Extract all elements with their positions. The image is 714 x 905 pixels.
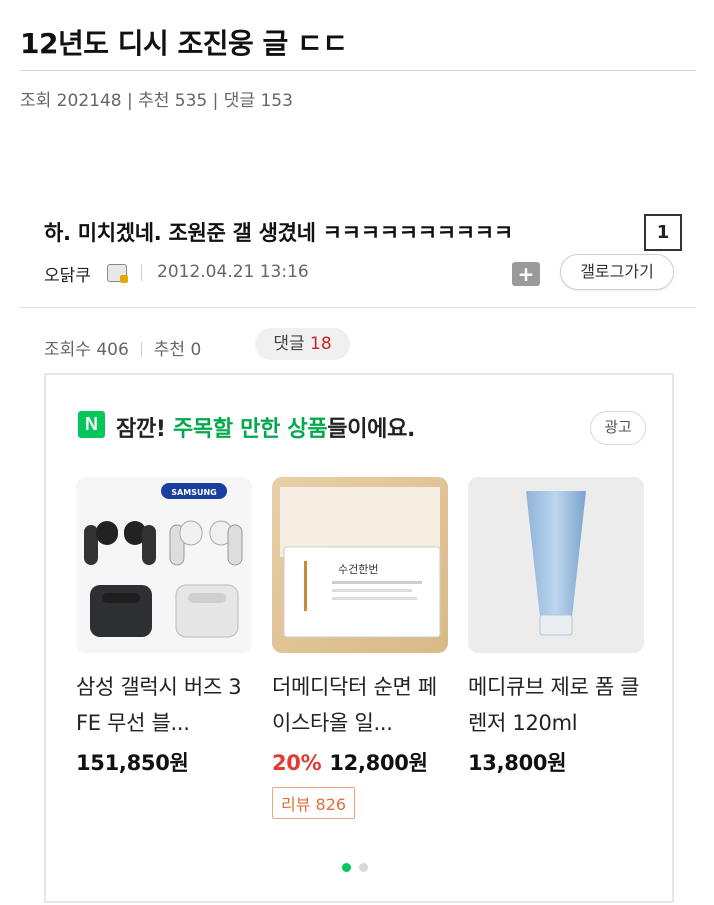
naver-logo-icon: N xyxy=(78,411,105,438)
ad-badge[interactable]: 광고 xyxy=(590,411,646,445)
carousel-pagination xyxy=(342,857,376,876)
post-title: 12년도 디시 조진웅 글 ㄷㄷ xyxy=(20,27,348,60)
ad-headline-part1: 잠깐! xyxy=(116,417,173,442)
ad-panel: N 잠깐! 주목할 만한 상품들이에요. 광고 SAMSUNG 삼성 갤럭시 버… xyxy=(44,373,674,903)
add-icon[interactable]: + xyxy=(512,262,540,286)
page-number[interactable]: 1 xyxy=(644,214,682,251)
product-card-3[interactable]: 메디큐브 제로 폼 클렌저 120ml 13,800원 xyxy=(468,477,644,777)
product-price: 12,800원 xyxy=(329,751,428,775)
product-card-2[interactable]: 수건한번 더메디닥터 순면 페이스타올 일... 20% 12,800원 리뷰 8… xyxy=(272,477,448,819)
author-name[interactable]: 오닭쿠 xyxy=(44,261,91,286)
post-meta: 조회 202148 | 추천 535 | 댓글 153 xyxy=(20,91,293,111)
product-price: 151,850원 xyxy=(76,751,189,775)
dc-post-title: 하. 미치겠네. 조원준 갤 생겼네 ㅋㅋㅋㅋㅋㅋㅋㅋㅋㅋ xyxy=(44,221,513,245)
header-divider xyxy=(20,307,696,308)
gallog-button[interactable]: 갤로그가기 xyxy=(560,254,674,290)
ad-headline-part2: 들이에요. xyxy=(327,417,416,442)
title-divider xyxy=(20,70,696,71)
product-name[interactable]: 삼성 갤럭시 버즈 3 FE 무선 블... xyxy=(76,669,252,741)
cleanser-tube-illustration xyxy=(526,491,586,636)
product-price: 13,800원 xyxy=(468,751,567,775)
carousel-dot[interactable] xyxy=(359,863,368,872)
carousel-dot-active[interactable] xyxy=(342,863,351,872)
ad-headline: 잠깐! 주목할 만한 상품들이에요. xyxy=(116,411,415,443)
embedded-screenshot: 하. 미치겠네. 조원준 갤 생겼네 ㅋㅋㅋㅋㅋㅋㅋㅋㅋㅋ 1 오닭쿠 2012… xyxy=(20,195,696,905)
product-price-row: 20% 12,800원 xyxy=(272,747,448,777)
post-stats: 조회수 406 추천 0 xyxy=(44,335,201,360)
product-image-face-towel[interactable]: 수건한번 xyxy=(272,477,448,653)
comments-button[interactable]: 댓글 18 xyxy=(255,328,350,360)
stats-separator xyxy=(140,342,142,357)
post-date: 2012.04.21 13:16 xyxy=(157,262,309,282)
user-badge-icon xyxy=(107,264,128,283)
comments-count: 18 xyxy=(310,334,332,354)
meta-separator xyxy=(141,265,142,281)
ad-headline-highlight: 주목할 만한 상품 xyxy=(172,417,328,442)
comments-label: 댓글 xyxy=(273,334,305,354)
earbuds-illustration: SAMSUNG xyxy=(84,483,243,638)
product-card-1[interactable]: SAMSUNG 삼성 갤럭시 버즈 3 FE 무선 블... 151,850원 xyxy=(76,477,252,777)
recommend-count: 추천 0 xyxy=(153,340,202,360)
towel-package-illustration: 수건한번 xyxy=(280,487,441,638)
product-image-cleanser[interactable] xyxy=(468,477,644,653)
review-count-badge: 리뷰 826 xyxy=(272,787,356,819)
product-image-earbuds[interactable]: SAMSUNG xyxy=(76,477,252,653)
product-name[interactable]: 메디큐브 제로 폼 클렌저 120ml xyxy=(468,669,644,741)
discount-rate: 20% xyxy=(272,751,322,775)
product-name[interactable]: 더메디닥터 순면 페이스타올 일... xyxy=(272,669,448,741)
views-count: 조회수 406 xyxy=(44,340,129,360)
samsung-logo-text: SAMSUNG xyxy=(171,488,216,497)
package-brand-text: 수건한번 xyxy=(338,563,378,576)
